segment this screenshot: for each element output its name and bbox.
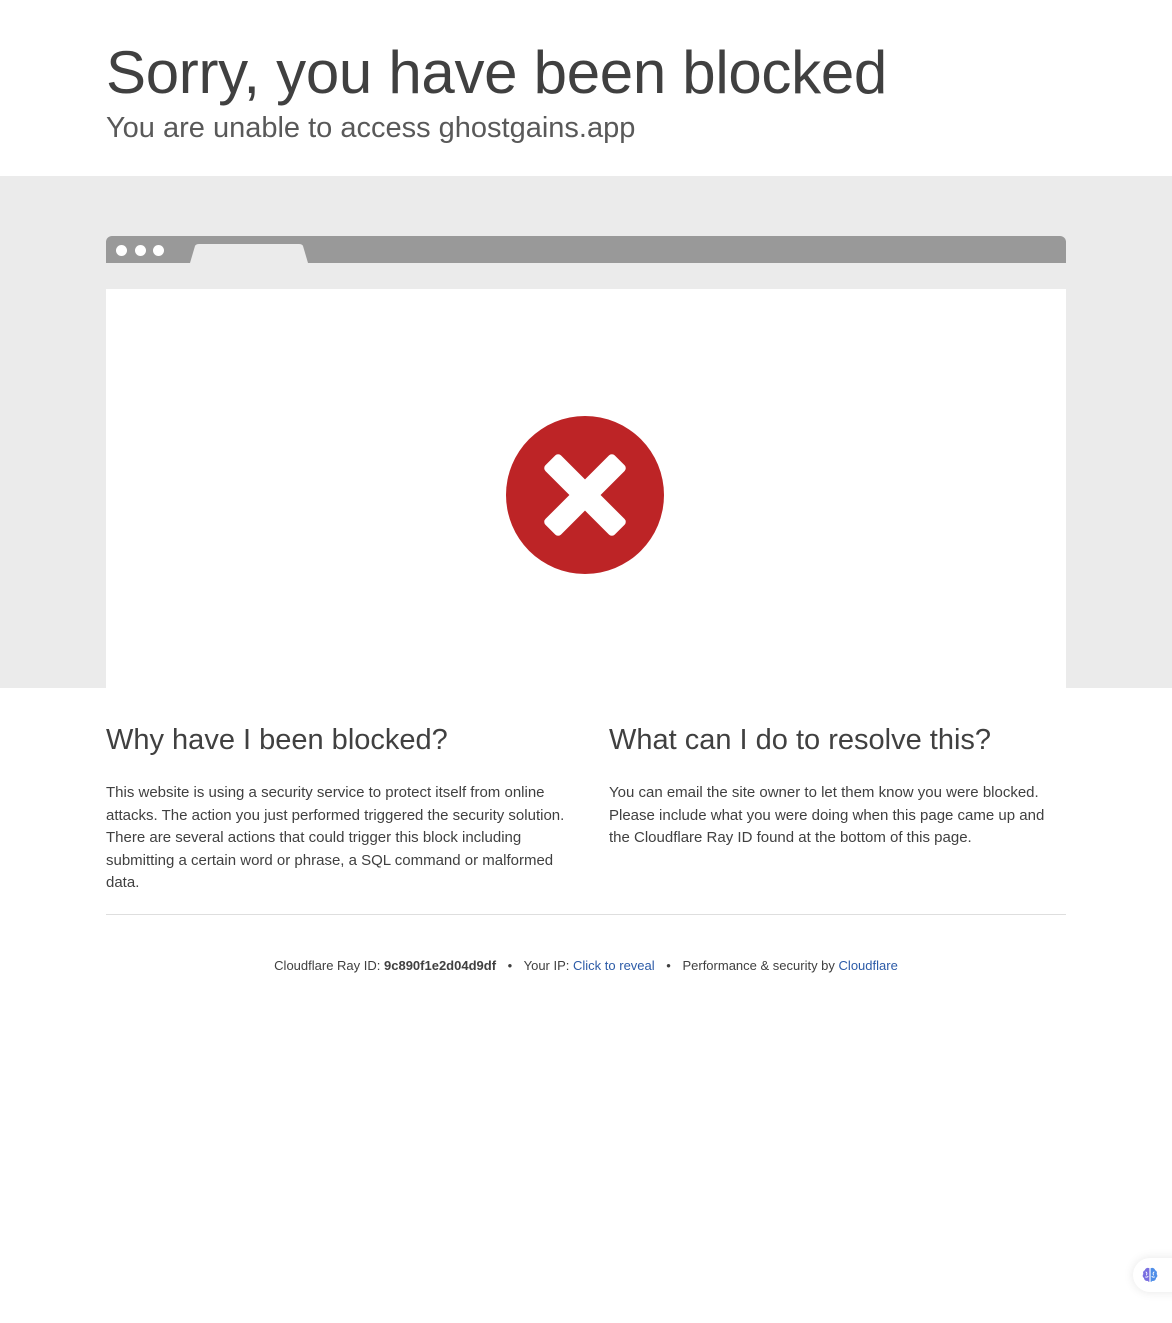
ip-label: Your IP:: [523, 958, 570, 973]
why-blocked-text: This website is using a security service…: [106, 784, 565, 891]
page-subtitle: You are unable to access ghostgains.app: [106, 112, 636, 144]
ray-id-value: 9c890f1e2d04d9df: [384, 958, 497, 973]
browser-illustration-window: [106, 289, 1066, 688]
window-dot-icon: [135, 245, 146, 256]
footer-separator: •: [666, 958, 671, 973]
page-title: Sorry, you have been blocked: [106, 39, 887, 106]
brain-icon: [1142, 1267, 1158, 1282]
window-dot-icon: [116, 245, 127, 256]
browser-illustration-bar: [106, 236, 1066, 263]
assistant-widget-button[interactable]: [1133, 1258, 1172, 1292]
resolve-heading: What can I do to resolve this?: [609, 724, 992, 756]
why-blocked-heading: Why have I been blocked?: [106, 724, 448, 756]
performance-label: Performance & security by: [682, 958, 835, 973]
cloudflare-link[interactable]: Cloudflare: [839, 958, 898, 973]
ray-id-label: Cloudflare Ray ID:: [274, 958, 381, 973]
footer-divider: [106, 914, 1066, 915]
why-blocked-section: Why have I been blocked? This website is…: [106, 720, 566, 895]
page-header: Sorry, you have been blocked You are una…: [0, 0, 1172, 176]
resolve-section: What can I do to resolve this? You can e…: [609, 720, 1066, 850]
window-dot-icon: [153, 245, 164, 256]
footer-separator: •: [507, 958, 513, 973]
resolve-text: You can email the site owner to let them…: [609, 784, 1045, 846]
blocked-x-icon: [506, 416, 664, 574]
footer: Cloudflare Ray ID: 9c890f1e2d04d9df • Yo…: [0, 957, 1172, 975]
browser-tab-icon: [190, 244, 308, 263]
reveal-ip-button[interactable]: Click to reveal: [573, 958, 655, 973]
